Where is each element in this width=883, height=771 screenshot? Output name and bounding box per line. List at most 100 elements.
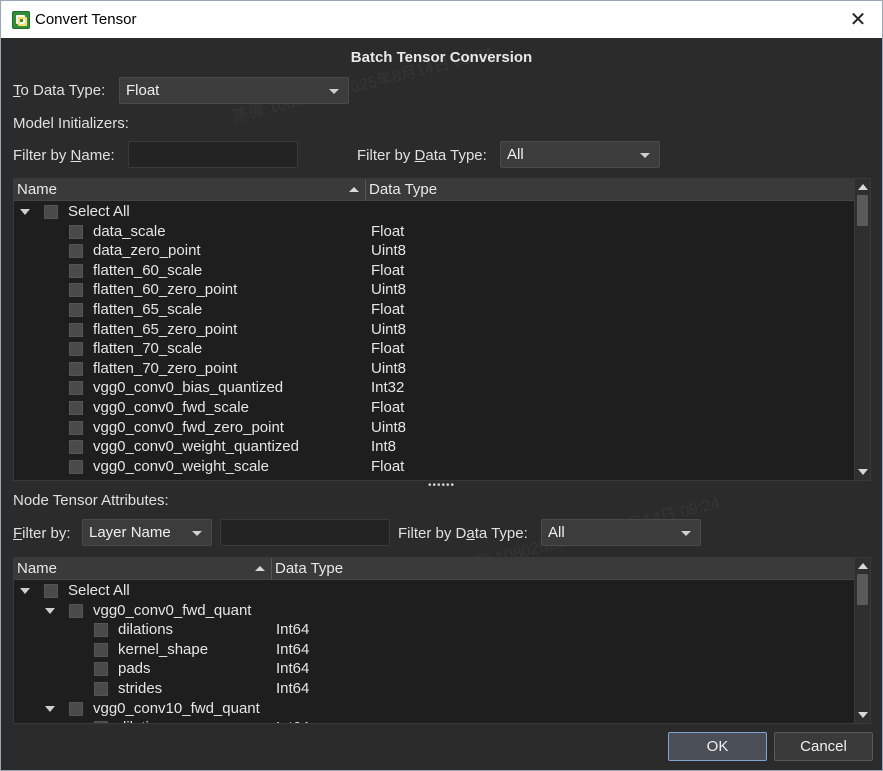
filter-by-label: Filter by: — [13, 525, 71, 542]
group-checkbox[interactable] — [69, 701, 83, 716]
table-row[interactable]: vgg0_conv0_fwd_zero_point Uint8 — [14, 418, 856, 438]
initializer-data-type: Uint8 — [371, 418, 407, 436]
collapse-icon[interactable] — [45, 705, 55, 712]
table-row[interactable]: flatten_60_scale Float — [14, 261, 856, 281]
initializer-data-type: Float — [371, 261, 405, 279]
row-checkbox[interactable] — [69, 361, 83, 376]
table-row[interactable]: vgg0_conv0_weight_quantized Int8 — [14, 437, 856, 457]
initializer-data-type: Float — [371, 301, 405, 318]
collapse-icon[interactable] — [20, 588, 30, 594]
initializer-name: vgg0_conv0_weight_quantized — [93, 438, 299, 456]
window-title: Convert Tensor — [35, 11, 137, 28]
table-row[interactable]: flatten_60_zero_point Uint8 — [14, 280, 856, 300]
ok-button[interactable]: OK — [668, 732, 767, 761]
collapse-icon[interactable] — [20, 209, 30, 215]
tree-child-row[interactable]: strides Int64 — [14, 679, 856, 699]
title-bar: Convert Tensor ✕ — [1, 1, 882, 38]
table-row[interactable]: flatten_65_scale Float — [14, 300, 856, 320]
row-checkbox[interactable] — [69, 303, 83, 317]
column-header-label: Name — [17, 181, 58, 198]
collapse-icon[interactable] — [45, 607, 55, 614]
group-checkbox[interactable] — [69, 603, 83, 618]
table-row[interactable]: flatten_65_zero_point Uint8 — [14, 320, 856, 340]
scroll-up-icon[interactable] — [858, 184, 868, 190]
filter-by-text-input[interactable] — [220, 519, 390, 546]
row-checkbox[interactable] — [69, 322, 83, 337]
initializer-name: flatten_70_zero_point — [93, 359, 238, 377]
initializer-data-type: Uint8 — [371, 242, 407, 260]
table-row[interactable]: vgg0_conv0_weight_scale Float — [14, 457, 856, 477]
scroll-up-icon[interactable] — [858, 563, 868, 569]
scroll-down-icon[interactable] — [858, 712, 868, 718]
column-header-name[interactable]: Name — [14, 179, 366, 201]
filter-by-data-type-label: Filter by Data Type: — [357, 147, 487, 164]
column-header-label: Data Type — [369, 181, 438, 198]
table-row[interactable]: data_zero_point Uint8 — [14, 241, 856, 261]
row-checkbox[interactable] — [69, 342, 83, 357]
table-row[interactable]: flatten_70_zero_point Uint8 — [14, 359, 856, 379]
tree-group-row[interactable]: vgg0_conv0_fwd_quant — [14, 601, 856, 621]
node-name: vgg0_conv10_fwd_quant — [93, 699, 260, 717]
table-row[interactable]: vgg0_conv0_fwd_scale Float — [14, 398, 856, 418]
initializer-name: vgg0_conv0_weight_scale — [93, 457, 269, 475]
tree-child-row[interactable]: dilations Int64 — [14, 718, 856, 723]
initializer-name: flatten_65_scale — [93, 301, 203, 318]
filter-by-select[interactable]: Layer Name — [82, 519, 212, 546]
initializer-name: vgg0_conv0_fwd_scale — [93, 399, 249, 416]
row-checkbox[interactable] — [94, 642, 108, 657]
column-header-data-type[interactable]: Data Type — [366, 179, 856, 201]
attr-data-type-select[interactable]: All — [541, 519, 701, 546]
select-all-checkbox[interactable] — [44, 205, 58, 219]
row-checkbox[interactable] — [69, 244, 83, 259]
tree-child-row[interactable]: dilations Int64 — [14, 620, 856, 640]
tree-group-row[interactable]: vgg0_conv10_fwd_quant — [14, 699, 856, 719]
row-checkbox[interactable] — [94, 623, 108, 638]
table-row[interactable]: data_scale Float — [14, 222, 856, 242]
model-initializers-label: Model Initializers: — [13, 115, 129, 132]
attribute-name: pads — [118, 660, 151, 678]
node-name: vgg0_conv0_fwd_quant — [93, 601, 252, 619]
row-checkbox[interactable] — [69, 401, 83, 415]
select-all-checkbox[interactable] — [44, 584, 58, 598]
initializers-scrollbar[interactable] — [854, 179, 870, 480]
chevron-down-icon — [681, 531, 691, 536]
close-icon[interactable]: ✕ — [846, 7, 870, 31]
node-tensor-attributes-label: Node Tensor Attributes: — [13, 492, 169, 509]
initializer-data-type: Int8 — [371, 438, 397, 456]
scroll-down-icon[interactable] — [858, 469, 868, 475]
row-checkbox[interactable] — [94, 721, 108, 723]
attributes-scrollbar[interactable] — [854, 558, 870, 723]
table-row[interactable]: vgg0_conv0_bias_quantized Int32 — [14, 378, 856, 398]
filter-by-name-input[interactable] — [128, 141, 298, 168]
row-checkbox[interactable] — [69, 381, 83, 396]
initializer-name: flatten_70_scale — [93, 340, 203, 358]
row-checkbox[interactable] — [69, 263, 83, 278]
initializer-data-type: Float — [371, 340, 405, 358]
to-data-type-select[interactable]: Float — [119, 77, 349, 104]
initializer-data-type-select[interactable]: All — [500, 141, 660, 168]
cancel-button[interactable]: Cancel — [774, 732, 873, 761]
table-row[interactable]: flatten_70_scale Float — [14, 339, 856, 359]
initializers-table: Name Data Type Select All data_scale Float… — [13, 178, 871, 481]
tree-child-row[interactable]: pads Int64 — [14, 659, 856, 679]
row-checkbox[interactable] — [69, 420, 83, 435]
initializer-name: flatten_65_zero_point — [93, 320, 238, 338]
column-header-data-type[interactable]: Data Type — [272, 558, 856, 580]
scroll-thumb[interactable] — [857, 195, 868, 226]
select-all-label: Select All — [68, 203, 130, 220]
row-checkbox[interactable] — [69, 283, 83, 298]
scroll-thumb[interactable] — [857, 574, 868, 605]
initializer-name: vgg0_conv0_fwd_zero_point — [93, 418, 284, 436]
tree-child-row[interactable]: kernel_shape Int64 — [14, 640, 856, 660]
splitter-handle[interactable]: •••••• — [1, 481, 882, 491]
attr-data-type-value: All — [548, 524, 565, 541]
row-checkbox[interactable] — [69, 459, 83, 474]
row-checkbox[interactable] — [94, 662, 108, 677]
select-all-row[interactable]: Select All — [14, 581, 856, 601]
initializer-data-type: Uint8 — [371, 359, 407, 377]
row-checkbox[interactable] — [94, 682, 108, 696]
column-header-name[interactable]: Name — [14, 558, 272, 580]
row-checkbox[interactable] — [69, 440, 83, 455]
row-checkbox[interactable] — [69, 224, 83, 239]
select-all-row[interactable]: Select All — [14, 202, 856, 222]
